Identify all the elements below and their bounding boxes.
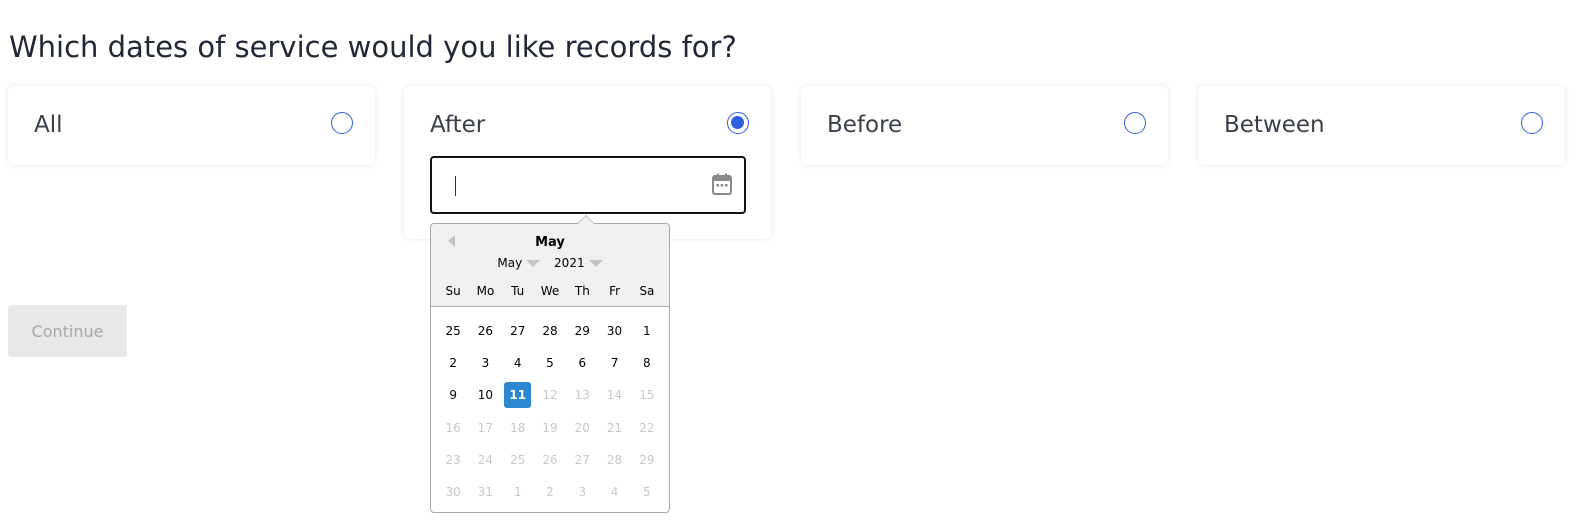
radio-all[interactable] [331,112,353,134]
radio-after[interactable] [727,112,749,134]
calendar-week-row: 25 26 27 28 29 30 1 [437,318,663,350]
chevron-down-icon [588,260,603,267]
calendar-day: 18 [510,420,526,435]
calendar-day: 17 [477,420,494,435]
calendar-day[interactable]: 6 [569,350,596,376]
calendar-day[interactable]: 25 [440,318,467,344]
weekday-label: Tu [511,284,525,298]
chevron-down-icon [526,260,541,267]
calendar-day[interactable]: 4 [504,350,531,376]
weekday-label: Su [445,284,461,298]
calendar-day[interactable]: 1 [633,318,660,344]
calendar-week-row: 2345678 [437,350,663,382]
calendar-day: 27 [574,452,590,467]
calendar-day: 31 [477,484,494,499]
calendar-week-row: 9 10 11 12 13 14 15 [437,382,663,414]
calendar-day[interactable]: 26 [472,318,499,344]
calendar-day: 25 [510,452,526,467]
calendar-day: 1 [513,484,522,499]
calendar-day: 5 [643,484,651,499]
calendar-day: 28 [606,452,623,467]
page: Which dates of service would you like re… [0,0,1579,531]
calendar-week-row: 30 31 1 2 3 4 5 [437,479,663,511]
calendar-icon[interactable] [712,173,732,195]
current-month-title: May [535,235,565,250]
year-select-value: 2021 [554,256,585,270]
calendar-day[interactable]: 28 [536,318,563,344]
calendar-day[interactable]: 7 [601,350,628,376]
weekday-label: Mo [476,284,495,298]
calendar-day[interactable]: 9 [440,382,467,408]
option-label-after: After [430,112,486,138]
day-grid: 25 26 27 28 29 30 1 2 3 4 5 6 7 8 9 10 11 12 13 14 15 16 17 18 1… [437,318,663,511]
weekday-headers: Su Mo Tu We Th Fr Sa [437,284,663,298]
calendar-day: 20 [574,420,590,435]
calendar-day: 14 [606,388,623,403]
continue-button[interactable]: Continue [8,305,127,357]
calendar-day: 21 [606,420,623,435]
option-between[interactable]: Between [1198,86,1565,165]
datepicker-popup: May May 2021 Su Mo Tu We Th Fr Sa 25 26 27 28 29 30… [430,215,670,513]
option-label-before: Before [827,112,903,138]
weekday-label: We [540,284,560,298]
calendar-day[interactable]: 3 [472,350,499,376]
calendar-day-selected[interactable]: 11 [504,382,532,409]
calendar-day: 13 [574,388,590,403]
calendar-day: 26 [542,452,558,467]
calendar-day[interactable]: 10 [472,382,499,408]
calendar-day: 3 [578,484,587,499]
calendar-day: 15 [639,388,655,403]
calendar-day: 16 [445,420,461,435]
month-year-selectors: May 2021 [431,256,669,270]
calendar-day[interactable]: 5 [536,350,563,376]
text-cursor [455,176,456,196]
month-select-value: May [497,256,523,270]
option-label-all: All [34,112,63,138]
calendar-week-row: 23 24 25 26 27 28 29 [437,447,663,479]
calendar-day[interactable]: 29 [569,318,596,344]
calendar-week-row: 16 17 18 19 20 21 22 [437,415,663,447]
date-input[interactable] [430,156,746,214]
calendar-day[interactable]: 8 [633,350,660,376]
month-select[interactable]: May [497,256,541,270]
calendar-day: 22 [639,420,655,435]
calendar-day: 2 [546,484,554,499]
page-title: Which dates of service would you like re… [9,30,737,64]
weekday-label: Th [574,284,590,298]
radio-between[interactable] [1521,112,1543,134]
weekday-label: Fr [609,284,621,298]
year-select[interactable]: 2021 [554,256,603,270]
weekday-label: Sa [639,284,655,298]
calendar-day[interactable]: 2 [440,350,467,376]
datepicker-header: May May 2021 Su Mo Tu We Th Fr Sa [431,224,669,307]
calendar-day: 24 [477,452,494,467]
calendar-day: 29 [639,452,655,467]
calendar-day: 19 [542,420,558,435]
calendar-day: 30 [445,484,461,499]
calendar-day[interactable]: 27 [504,318,531,344]
calendar-day: 23 [445,452,461,467]
calendar-day: 12 [542,388,558,403]
option-all[interactable]: All [8,86,375,165]
calendar-day[interactable]: 30 [601,318,628,344]
option-before[interactable]: Before [801,86,1168,165]
popup-pointer-fill [578,216,594,224]
radio-before[interactable] [1124,112,1146,134]
calendar-day: 4 [610,484,619,499]
option-label-between: Between [1224,112,1325,138]
